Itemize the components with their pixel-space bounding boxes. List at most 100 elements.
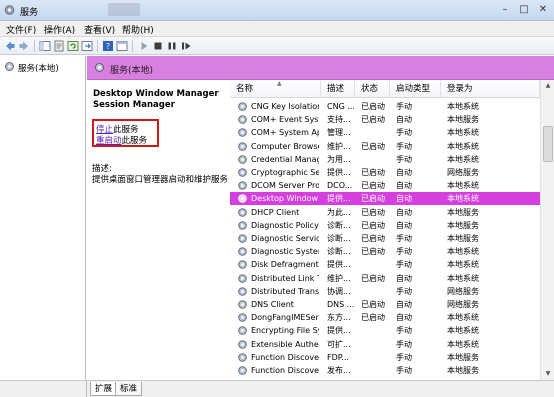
column-header-startup-type[interactable]: 启动类型: [390, 80, 441, 98]
cell-description: 维护...: [327, 273, 351, 283]
cell-startup-type: 自动: [396, 273, 412, 283]
table-row[interactable]: Distributed Transa... 协调... 手动 网络服务: [230, 285, 540, 298]
service-gear-icon: [238, 339, 247, 349]
cell-description: 诊断...: [327, 247, 351, 257]
cell-startup-type: 手动: [396, 102, 412, 111]
service-gear-icon: [238, 181, 247, 190]
cell-log-on-as: 本地系统: [447, 339, 479, 349]
service-gear-icon: [238, 128, 247, 138]
services-gear-icon: [95, 63, 104, 72]
menu-bar: 文件(F) 操作(A) 查看(V) 帮助(H): [0, 21, 554, 37]
table-row[interactable]: DNS Client DNS ... 已启动 自动 网络服务: [230, 298, 540, 311]
cell-description: 维护...: [327, 141, 351, 151]
cell-description: DCO...: [327, 181, 353, 191]
properties-icon[interactable]: [53, 40, 65, 52]
cell-log-on-as: 本地服务: [447, 207, 479, 217]
cell-name: DongFangIMEServ...: [251, 313, 319, 323]
cell-status: 已启动: [361, 273, 385, 283]
cell-log-on-as: 本地服务: [447, 115, 479, 125]
cell-status: 已启动: [361, 181, 385, 191]
cell-startup-type: 手动: [396, 326, 412, 336]
table-row[interactable]: Computer Browser 维护... 已启动 手动 本地系统: [230, 140, 540, 153]
scroll-down-icon[interactable]: ▼: [541, 368, 554, 380]
table-row[interactable]: CNG Key Isolation CNG ... 已启动 手动 本地系统: [230, 100, 540, 113]
tab-standard[interactable]: 标准: [115, 382, 143, 396]
export-list-icon[interactable]: [81, 40, 93, 52]
cell-description: 诊断...: [327, 234, 351, 243]
pause-service-icon[interactable]: [166, 40, 178, 52]
service-gear-icon: [238, 234, 247, 243]
table-row[interactable]: Function Discover... 发布... 手动 本地服务: [230, 364, 540, 377]
cell-description: FDP...: [327, 352, 349, 362]
stop-service-icon[interactable]: [152, 40, 164, 52]
scroll-up-icon[interactable]: ▲: [541, 80, 554, 92]
column-header-name[interactable]: 名称 ▲: [230, 80, 321, 98]
cell-name: Encrypting File Sy...: [251, 326, 319, 336]
service-detail-pane: Desktop Window Manager Session Manager 停…: [87, 80, 230, 380]
toolbar-separator: [97, 40, 98, 52]
service-gear-icon: [238, 300, 247, 309]
restart-service-link[interactable]: 重启动: [96, 136, 122, 146]
service-gear-icon: [238, 352, 247, 362]
table-row[interactable]: Cryptographic Ser... 提供... 已启动 自动 网络服务: [230, 166, 540, 179]
svg-text:?: ?: [106, 42, 110, 51]
cell-name: Credential Manager: [251, 154, 319, 164]
cell-status: 已启动: [361, 234, 385, 243]
cell-description: 可扩...: [327, 339, 351, 349]
cell-status: 已启动: [361, 300, 385, 309]
cell-description: DNS ...: [327, 300, 355, 309]
table-row[interactable]: Encrypting File Sy... 提供... 手动 本地系统: [230, 324, 540, 337]
table-row[interactable]: DHCP Client 为此... 已启动 自动 本地服务: [230, 206, 540, 219]
table-row[interactable]: COM+ System Ap... 管理... 手动 本地系统: [230, 126, 540, 139]
services-list: 名称 ▲ 描述 状态 启动类型 登录为 CNG Key Isolation CNG…: [230, 80, 554, 380]
start-service-icon[interactable]: [138, 40, 150, 52]
vertical-scrollbar[interactable]: ▲ ▼: [540, 80, 554, 380]
table-row[interactable]: DCOM Server Pro... DCO... 已启动 自动 本地系统: [230, 179, 540, 192]
table-row[interactable]: COM+ Event Syst... 支持... 已启动 自动 本地服务: [230, 113, 540, 126]
toolbar: ?: [0, 37, 554, 55]
cell-startup-type: 自动: [396, 313, 412, 323]
table-row[interactable]: Diagnostic Policy ... 诊断... 已启动 自动 本地服务: [230, 219, 540, 232]
table-row[interactable]: Credential Manager 为用... 手动 本地系统: [230, 153, 540, 166]
console-view-icon[interactable]: [116, 40, 128, 52]
cell-log-on-as: 本地系统: [447, 260, 479, 270]
show-hide-tree-icon[interactable]: [39, 40, 51, 52]
table-row[interactable]: Distributed Link Tr... 维护... 已启动 自动 本地系统: [230, 272, 540, 285]
scroll-thumb[interactable]: [543, 126, 553, 162]
table-row[interactable]: Desktop Window ... 提供... 已启动 自动 本地系统: [230, 192, 540, 206]
service-gear-icon: [238, 260, 247, 270]
table-row[interactable]: Function Discover... FDP... 手动 本地服务: [230, 351, 540, 364]
column-header-description[interactable]: 描述: [321, 80, 355, 98]
table-row[interactable]: Diagnostic System... 诊断... 已启动 手动 本地系统: [230, 245, 540, 258]
column-header-status[interactable]: 状态: [355, 80, 390, 98]
close-button[interactable]: ✕: [534, 2, 552, 17]
table-row[interactable]: Extensible Authen... 可扩... 手动 本地系统: [230, 338, 540, 351]
refresh-icon[interactable]: [67, 40, 79, 52]
cell-name: DHCP Client: [251, 207, 300, 217]
toolbar-separator: [132, 40, 133, 52]
back-icon[interactable]: [4, 40, 16, 52]
minimize-button[interactable]: –: [496, 2, 514, 17]
restart-service-icon[interactable]: [180, 40, 192, 52]
table-row[interactable]: Disk Defragmenter 提供... 手动 本地系统: [230, 258, 540, 271]
sort-ascending-icon: ▲: [277, 80, 282, 87]
help-icon[interactable]: ?: [102, 40, 114, 52]
service-gear-icon: [238, 286, 247, 296]
menu-help[interactable]: 帮助(H): [122, 23, 154, 36]
cell-name: Diagnostic System...: [251, 247, 319, 257]
cell-description: 提供...: [327, 194, 351, 204]
table-row[interactable]: Diagnostic Service... 诊断... 已启动 手动 本地服务: [230, 232, 540, 245]
cell-startup-type: 手动: [396, 141, 412, 151]
cell-log-on-as: 本地系统: [447, 273, 479, 283]
cell-description: 提供...: [327, 260, 351, 270]
menu-action[interactable]: 操作(A): [44, 23, 75, 36]
cell-startup-type: 自动: [396, 181, 412, 191]
menu-view[interactable]: 查看(V): [84, 23, 115, 36]
table-row[interactable]: DongFangIMEServ... 东方... 已启动 自动 本地系统: [230, 311, 540, 324]
cell-description: 支持...: [327, 115, 351, 125]
tab-extended[interactable]: 扩展: [90, 382, 118, 396]
menu-file[interactable]: 文件(F): [6, 23, 36, 36]
maximize-button[interactable]: □: [515, 2, 533, 17]
forward-icon[interactable]: [18, 40, 30, 52]
column-header-log-on-as[interactable]: 登录为: [441, 80, 540, 98]
